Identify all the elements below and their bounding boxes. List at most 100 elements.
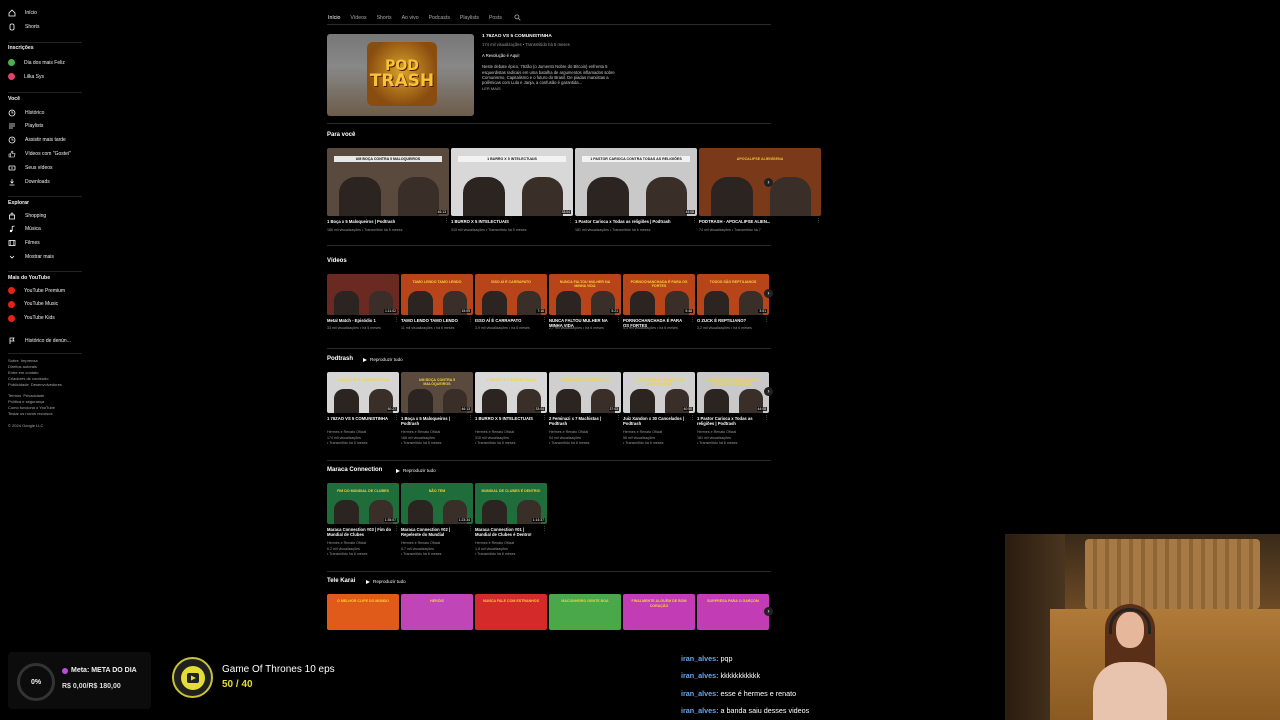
channel-name[interactable]: Hermes e Renato Oficial (623, 430, 695, 435)
video-title[interactable]: Maraca Connection #03 | Fim do Mundial d… (327, 527, 393, 537)
video-thumbnail[interactable]: 1 76ZAO VS 5 COMUNISTINHA 50:27 (327, 372, 399, 413)
channel-name[interactable]: Hermes e Renato Oficial (697, 430, 769, 435)
video-thumbnail[interactable]: 1 PASTOR CARIOCA CONTRA TODAS AS RELIGIÕ… (697, 372, 769, 413)
more-options-icon[interactable]: ⋮ (690, 317, 695, 323)
video-thumbnail[interactable]: SURPRESA PARA O GARÇOM (697, 594, 769, 630)
video-title[interactable]: Maraca Connection #02 | Repelente do Mun… (401, 527, 467, 537)
more-options-icon[interactable]: ⋮ (394, 317, 399, 323)
subscriptions-heading[interactable]: Inscrições (8, 45, 34, 51)
sidebar-item[interactable]: Histórico de denún... (8, 336, 71, 345)
channel-name[interactable]: Hermes e Renato Oficial (475, 541, 547, 546)
tab-podcasts[interactable]: Podcasts (429, 15, 450, 21)
more-options-icon[interactable]: ⋮ (468, 526, 473, 532)
video-thumbnail[interactable]: 1 PASTOR CARIOCA CONTRA TODAS AS RELIGIÕ… (575, 148, 697, 216)
play-all-button[interactable]: Reproduzir tudo (363, 357, 403, 362)
sidebar-item[interactable]: Assistir mais tarde (8, 136, 66, 145)
channel-name[interactable]: Hermes e Renato Oficial (327, 430, 399, 435)
featured-title[interactable]: 1 76ZAO VS 5 COMUNISTINHA (482, 34, 622, 39)
more-options-icon[interactable]: ⋮ (616, 317, 621, 323)
more-options-icon[interactable]: ⋮ (394, 526, 399, 532)
more-options-icon[interactable]: ⋮ (816, 218, 821, 224)
play-all-button[interactable]: Reproduzir tudo (396, 468, 436, 473)
video-title[interactable]: 1 Boça x 5 Maloqueiros | Podtrash (401, 416, 467, 426)
next-arrow-button[interactable]: › (764, 289, 773, 298)
more-options-icon[interactable]: ⋮ (764, 317, 769, 323)
more-options-icon[interactable]: ⋮ (764, 415, 769, 421)
more-options-icon[interactable]: ⋮ (444, 218, 449, 224)
tab-playlists[interactable]: Playlists (460, 15, 479, 21)
featured-video-thumbnail[interactable]: POD TRASH (327, 34, 474, 116)
more-options-icon[interactable]: ⋮ (690, 415, 695, 421)
video-thumbnail[interactable]: FIM DO MUNDIAL DE CLUBES 1:35:07 (327, 483, 399, 524)
video-thumbnail[interactable]: 1 JUIZ XANDÃO CONTRA 30 CANCELADOS 40:50 (623, 372, 695, 413)
tab-shorts[interactable]: Shorts (377, 15, 392, 21)
video-title[interactable]: Metal Match - Episódio 1 (327, 318, 393, 323)
sidebar-item[interactable]: Vídeos com "Gostei" (8, 149, 71, 158)
sidebar-item[interactable]: YouTube Premium (8, 286, 65, 295)
tab-vídeos[interactable]: Vídeos (350, 15, 366, 21)
video-title[interactable]: 2 Feminazi x 7 Machistas | Podtrash (549, 416, 615, 426)
video-thumbnail[interactable]: TAMO LENDO TAMO LENDO 15:09 (401, 274, 473, 315)
section-title-podtrash[interactable]: Podtrash (327, 356, 353, 362)
video-thumbnail[interactable]: ISSO AÍ É CARRAPATO 7:16 (475, 274, 547, 315)
video-title[interactable]: PODTRASH - APOCALIPSE ALIEN... (699, 219, 815, 224)
channel-name[interactable]: Hermes e Renato Oficial (549, 430, 621, 435)
channel-name[interactable]: Hermes e Renato Oficial (401, 541, 473, 546)
video-title[interactable]: 1 BURRO X 5 INTELECTUAIS (451, 219, 567, 224)
sidebar-item[interactable]: Lilka Sys (8, 72, 44, 81)
more-options-icon[interactable]: ⋮ (468, 317, 473, 323)
sidebar-item[interactable]: Mostrar mais (8, 252, 54, 261)
next-arrow-button[interactable]: › (764, 387, 773, 396)
video-title[interactable]: Maraca Connection #01 | Mundial de Clube… (475, 527, 541, 537)
footer-links-2[interactable]: Termos Privacidade Política e segurança … (8, 393, 55, 417)
video-title[interactable]: 1 Pastor Carioca x Todas as religiões | … (697, 416, 763, 426)
more-options-icon[interactable]: ⋮ (542, 317, 547, 323)
video-thumbnail[interactable]: TODOS SÃO REPTILIANOS 3:51 (697, 274, 769, 315)
sidebar-item[interactable]: Shorts (8, 22, 39, 31)
video-title[interactable]: TAMO LENDO TAMO LENDO (401, 318, 467, 323)
video-title[interactable]: 1 Boça x 5 Maloqueiros | Podtrash (327, 219, 443, 224)
video-thumbnail[interactable]: FINALMENTE ALGUÉM DE BOM CORAÇÃO (623, 594, 695, 630)
video-thumbnail[interactable]: APOCALIPSE ALIENÍGENA (699, 148, 821, 216)
search-icon[interactable] (514, 13, 521, 23)
video-title[interactable]: 1 Pastor Carioca x Todas as religiões | … (575, 219, 691, 224)
channel-name[interactable]: Hermes e Renato Oficial (327, 541, 399, 546)
video-thumbnail[interactable]: 1 BURRO X 5 INTELECTUAIS 33:04 (475, 372, 547, 413)
more-options-icon[interactable]: ⋮ (692, 218, 697, 224)
next-arrow-button[interactable]: › (764, 607, 773, 616)
more-options-icon[interactable]: ⋮ (468, 415, 473, 421)
video-title[interactable]: 1 76ZAO VS 5 COMUNISTINHA (327, 416, 393, 421)
video-thumbnail[interactable]: MACONHEIRO GENTE BOA (549, 594, 621, 630)
sidebar-item[interactable]: Filmes (8, 239, 40, 248)
more-options-icon[interactable]: ⋮ (542, 526, 547, 532)
video-thumbnail[interactable]: PORNOCHANCHADA É PARA OS FORTES 5:48 (623, 274, 695, 315)
next-arrow-button[interactable]: › (764, 178, 773, 187)
video-thumbnail[interactable]: O MELHOR CLIPE DO MUNDO (327, 594, 399, 630)
you-heading[interactable]: Você (8, 96, 20, 102)
video-thumbnail[interactable]: MUNDIAL DE CLUBES É DENTRO! 1:14:37 (475, 483, 547, 524)
video-thumbnail[interactable]: 2 FEMINAZI X 7 MACHISTAS 37:03 (549, 372, 621, 413)
channel-name[interactable]: Hermes e Renato Oficial (475, 430, 547, 435)
more-options-icon[interactable]: ⋮ (616, 415, 621, 421)
tab-início[interactable]: Início (328, 15, 341, 25)
sidebar-item[interactable]: Início (8, 8, 37, 17)
more-options-icon[interactable]: ⋮ (394, 415, 399, 421)
sidebar-item[interactable]: YouTube Music (8, 300, 58, 309)
read-more-link[interactable]: LER MAIS (482, 86, 622, 91)
tab-ao-vivo[interactable]: Ao vivo (402, 15, 419, 21)
sidebar-item[interactable]: Seus vídeos (8, 163, 53, 172)
footer-links-1[interactable]: Sobre Imprensa Direitos autorais Entre e… (8, 358, 62, 388)
video-title[interactable]: ISSO AÍ É CARRAPATO (475, 318, 541, 323)
section-title-videos[interactable]: Vídeos (327, 258, 347, 264)
more-options-icon[interactable]: ⋮ (542, 415, 547, 421)
sidebar-item[interactable]: Histórico (8, 108, 44, 117)
section-title-for_you[interactable]: Para você (327, 132, 355, 138)
video-thumbnail[interactable]: HERÓIS (401, 594, 473, 630)
video-title[interactable]: 1 BURRO X 5 INTELECTUAIS (475, 416, 541, 421)
sidebar-item[interactable]: Playlists (8, 122, 43, 131)
video-thumbnail[interactable]: 1:11:02 (327, 274, 399, 315)
video-thumbnail[interactable]: UM BOÇA CONTRA 5 MALOQUEIROS 46:13 (401, 372, 473, 413)
video-thumbnail[interactable]: NUNCA FALE COM ESTRANHOS (475, 594, 547, 630)
video-thumbnail[interactable]: NÃO TEM 1:23:34 (401, 483, 473, 524)
channel-name[interactable]: Hermes e Renato Oficial (401, 430, 473, 435)
